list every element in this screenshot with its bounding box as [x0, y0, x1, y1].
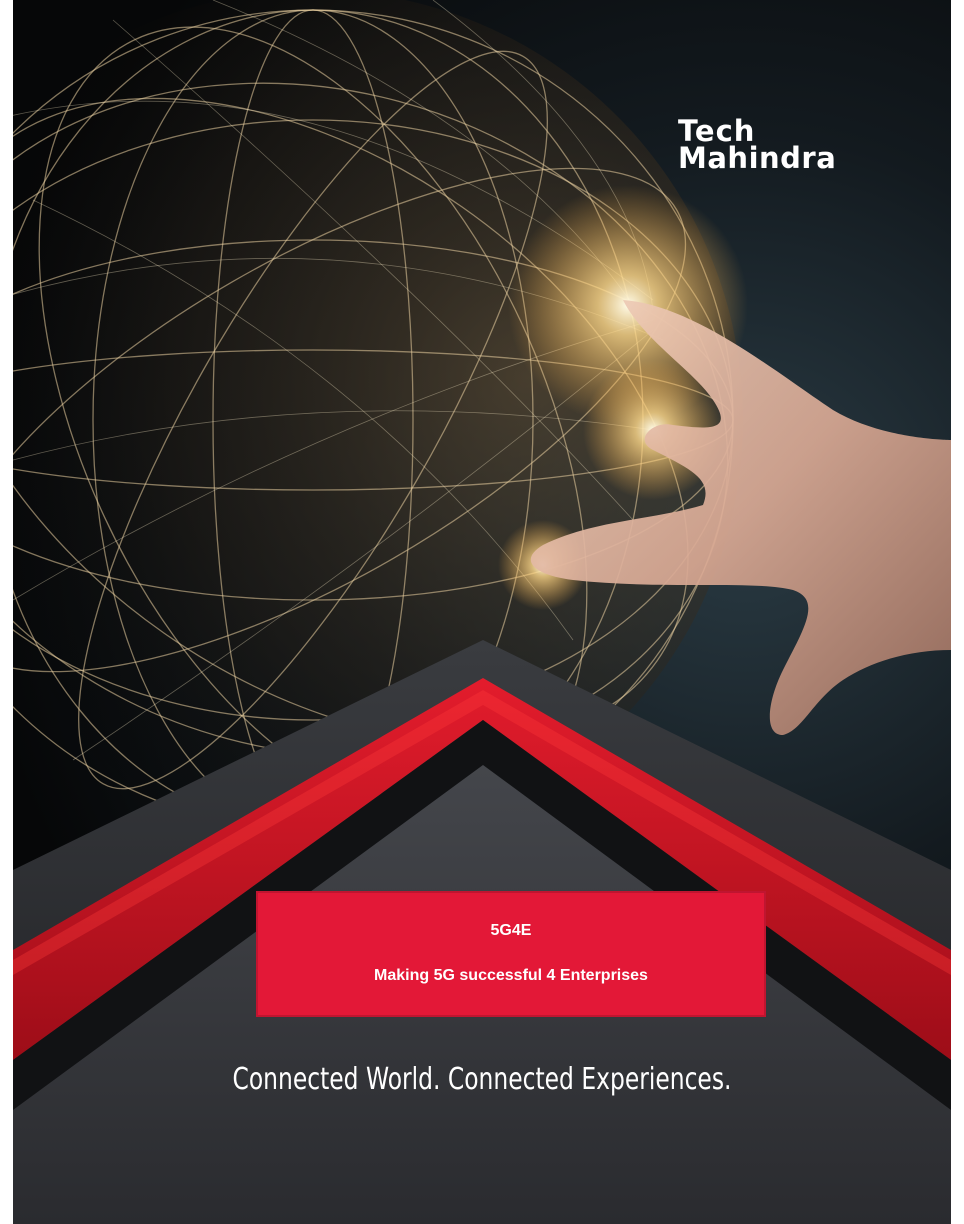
- chevron-graphic: [13, 640, 951, 1224]
- document-code: 5G4E: [490, 922, 532, 939]
- title-box: 5G4E Making 5G successful 4 Enterprises: [256, 891, 766, 1017]
- cover-page: Tech Mahindra 5G4E Making 5G successful …: [13, 0, 951, 1224]
- tagline: Connected World. Connected Experiences.: [232, 1062, 732, 1097]
- document-subtitle: Making 5G successful 4 Enterprises: [374, 967, 648, 984]
